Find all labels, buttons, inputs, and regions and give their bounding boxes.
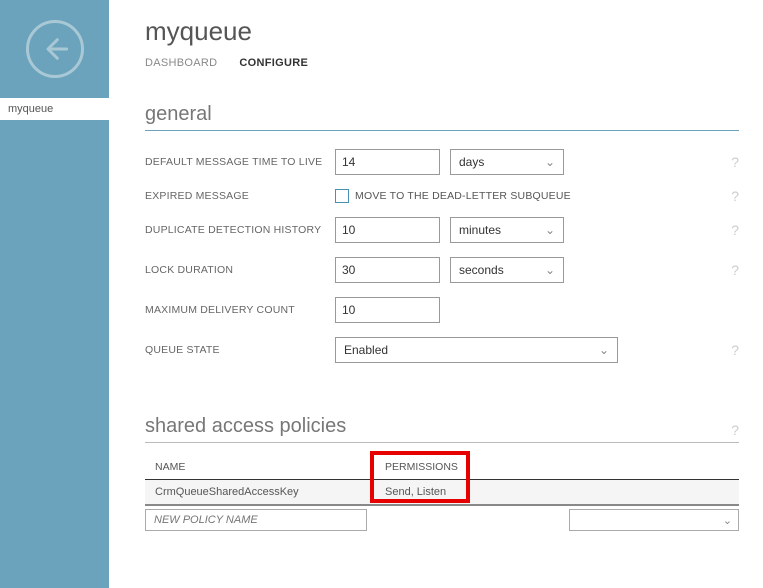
- label-lock: LOCK DURATION: [145, 264, 335, 276]
- label-maxdel: MAXIMUM DELIVERY COUNT: [145, 304, 335, 316]
- cell-permissions: Send, Listen: [375, 480, 739, 506]
- tab-dashboard[interactable]: DASHBOARD: [145, 57, 217, 69]
- col-name: NAME: [145, 455, 375, 480]
- chevron-down-icon: ⌄: [545, 155, 555, 169]
- help-icon[interactable]: ?: [731, 342, 739, 358]
- table-row[interactable]: CrmQueueSharedAccessKey Send, Listen: [145, 480, 739, 506]
- label-ttl: DEFAULT MESSAGE TIME TO LIVE: [145, 156, 335, 168]
- row-ttl: DEFAULT MESSAGE TIME TO LIVE days ⌄ ?: [145, 149, 739, 175]
- select-ttl-unit[interactable]: days ⌄: [450, 149, 564, 175]
- help-icon[interactable]: ?: [731, 262, 739, 278]
- chevron-down-icon: ⌄: [545, 223, 555, 237]
- row-dup: DUPLICATE DETECTION HISTORY minutes ⌄ ?: [145, 217, 739, 243]
- main-content: myqueue DASHBOARD CONFIGURE general DEFA…: [109, 0, 763, 588]
- help-icon[interactable]: ?: [731, 422, 739, 438]
- select-ttl-unit-value: days: [459, 155, 484, 169]
- label-state: QUEUE STATE: [145, 344, 335, 356]
- input-dup-value[interactable]: [335, 217, 440, 243]
- select-new-policy-perms[interactable]: ⌄: [569, 509, 739, 531]
- col-permissions: PERMISSIONS: [375, 455, 739, 480]
- select-lock-unit-value: seconds: [459, 263, 504, 277]
- select-lock-unit[interactable]: seconds ⌄: [450, 257, 564, 283]
- page-title: myqueue: [145, 16, 739, 47]
- select-state[interactable]: Enabled ⌄: [335, 337, 618, 363]
- chevron-down-icon: ⌄: [545, 263, 555, 277]
- label-dup: DUPLICATE DETECTION HISTORY: [145, 224, 335, 236]
- help-icon[interactable]: ?: [731, 154, 739, 170]
- row-lock: LOCK DURATION seconds ⌄ ?: [145, 257, 739, 283]
- input-ttl-value[interactable]: [335, 149, 440, 175]
- input-maxdel-value[interactable]: [335, 297, 440, 323]
- tab-configure[interactable]: CONFIGURE: [239, 57, 308, 69]
- sidebar: myqueue: [0, 0, 109, 588]
- chevron-down-icon: ⌄: [599, 343, 609, 357]
- back-button[interactable]: [26, 20, 84, 78]
- chevron-down-icon: ⌄: [723, 514, 732, 527]
- label-expired: EXPIRED MESSAGE: [145, 190, 335, 202]
- policies-table: NAME PERMISSIONS CrmQueueSharedAccessKey…: [145, 455, 739, 534]
- row-maxdel: MAXIMUM DELIVERY COUNT: [145, 297, 739, 323]
- arrow-left-icon: [41, 35, 69, 63]
- policies-table-wrap: NAME PERMISSIONS CrmQueueSharedAccessKey…: [145, 455, 739, 534]
- checkbox-deadletter-label: MOVE TO THE DEAD-LETTER SUBQUEUE: [355, 190, 571, 202]
- sidebar-item-myqueue[interactable]: myqueue: [0, 98, 109, 120]
- tab-bar: DASHBOARD CONFIGURE: [145, 57, 739, 69]
- help-icon[interactable]: ?: [731, 188, 739, 204]
- input-lock-value[interactable]: [335, 257, 440, 283]
- section-general-title: general: [145, 103, 739, 131]
- table-row-new: ⌄: [145, 505, 739, 534]
- cell-name: CrmQueueSharedAccessKey: [145, 480, 375, 506]
- select-dup-unit-value: minutes: [459, 223, 501, 237]
- row-state: QUEUE STATE Enabled ⌄ ?: [145, 337, 739, 363]
- help-icon[interactable]: ?: [731, 222, 739, 238]
- checkbox-deadletter[interactable]: [335, 189, 349, 203]
- input-new-policy-name[interactable]: [145, 509, 367, 531]
- select-dup-unit[interactable]: minutes ⌄: [450, 217, 564, 243]
- row-expired: EXPIRED MESSAGE MOVE TO THE DEAD-LETTER …: [145, 189, 739, 203]
- select-state-value: Enabled: [344, 343, 388, 357]
- section-policies-title: shared access policies: [145, 415, 346, 438]
